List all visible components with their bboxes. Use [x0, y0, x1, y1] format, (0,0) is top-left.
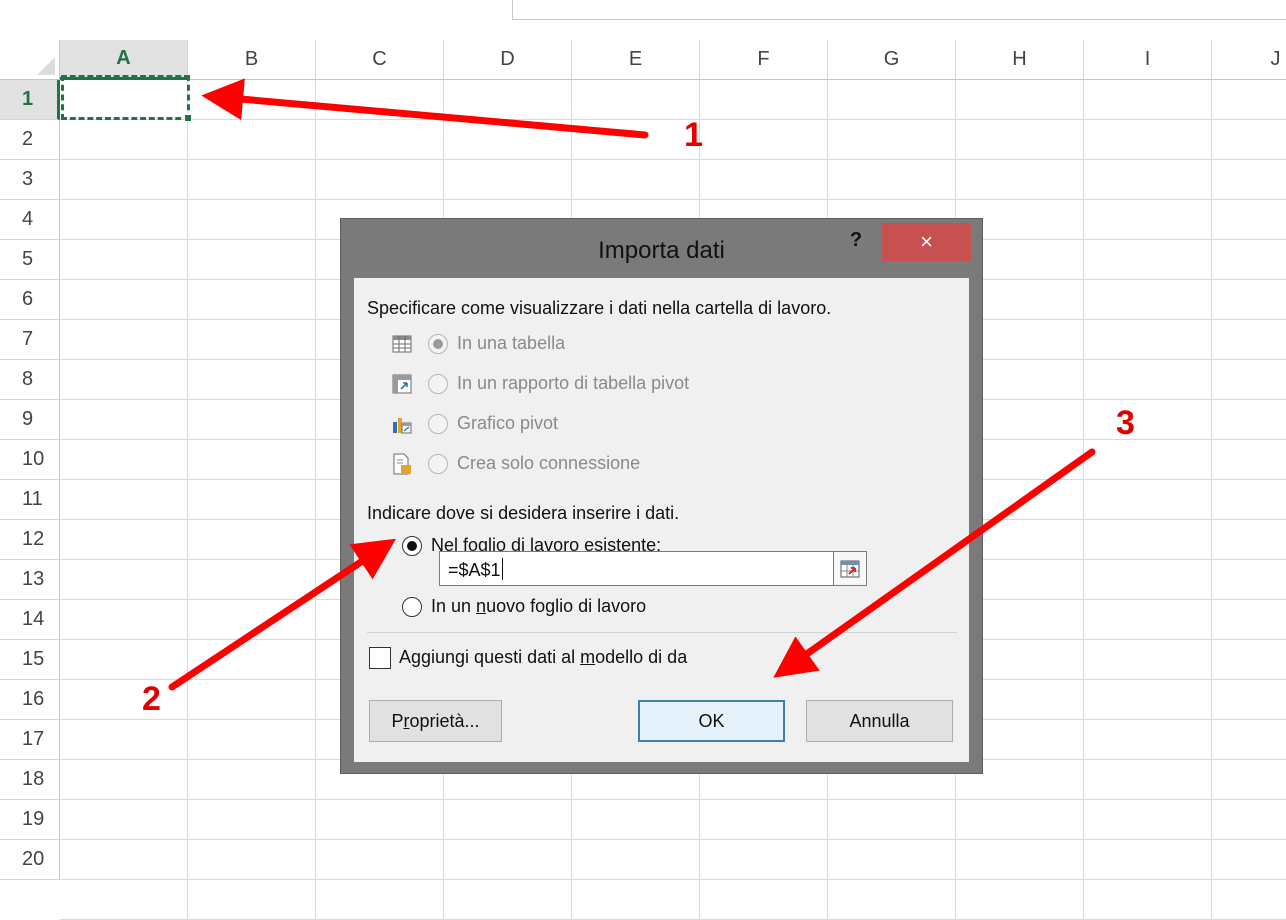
- range-selector-icon: [840, 560, 860, 577]
- annotation-label-2: 2: [142, 680, 161, 718]
- column-header-d[interactable]: D: [444, 40, 572, 80]
- help-button[interactable]: ?: [841, 223, 871, 257]
- row-header-15[interactable]: 15: [0, 640, 60, 680]
- column-header-c[interactable]: C: [316, 40, 444, 80]
- column-header-j[interactable]: J: [1212, 40, 1286, 80]
- option-pivot-chart-label: Grafico pivot: [457, 413, 559, 433]
- pivot-table-icon: [392, 374, 412, 394]
- row-header-1[interactable]: 1: [0, 80, 60, 120]
- data-model-label[interactable]: Aggiungi questi dati al modello di da: [399, 647, 687, 668]
- formula-bar-area: [0, 0, 1286, 40]
- column-header-f[interactable]: F: [700, 40, 828, 80]
- selected-cell-a1[interactable]: [61, 75, 190, 120]
- location-heading: Indicare dove si desidera inserire i dat…: [367, 503, 680, 523]
- radio-table[interactable]: [428, 333, 448, 354]
- column-header-g[interactable]: G: [828, 40, 956, 80]
- dialog-body: Specificare come visualizzare i dati nel…: [354, 278, 969, 762]
- collapse-dialog-button[interactable]: [834, 551, 867, 586]
- data-model-checkbox[interactable]: [369, 647, 391, 669]
- ok-button[interactable]: OK: [638, 700, 785, 742]
- row-header-12[interactable]: 12: [0, 520, 60, 560]
- dialog-titlebar[interactable]: Importa dati ? ×: [341, 219, 982, 271]
- properties-button[interactable]: Pr oprietà...: [369, 700, 502, 742]
- row-header-16[interactable]: 16: [0, 680, 60, 720]
- row-header-2[interactable]: 2: [0, 120, 60, 160]
- annotation-label-1: 1: [684, 116, 703, 154]
- dialog-separator: [367, 632, 957, 633]
- radio-pivot-table[interactable]: [428, 373, 448, 394]
- row-header-10[interactable]: 10: [0, 440, 60, 480]
- option-connection-only[interactable]: Crea solo connessione: [392, 453, 640, 474]
- row-header-9[interactable]: 9: [0, 400, 60, 440]
- column-headers: A B C D E F G H I J: [60, 40, 1286, 80]
- option-pivot-table[interactable]: In un rapporto di tabella pivot: [392, 373, 689, 394]
- option-new-sheet[interactable]: In un nuovo foglio di lavoro: [402, 596, 646, 617]
- view-heading: Specificare come visualizzare i dati nel…: [367, 298, 832, 318]
- column-header-a[interactable]: A: [60, 40, 188, 80]
- table-icon: [392, 334, 412, 354]
- fill-handle[interactable]: [184, 114, 192, 122]
- row-header-6[interactable]: 6: [0, 280, 60, 320]
- column-header-i[interactable]: I: [1084, 40, 1212, 80]
- connection-icon: [392, 453, 412, 474]
- option-table[interactable]: In una tabella: [392, 333, 565, 354]
- close-icon: ×: [920, 229, 933, 254]
- radio-existing-sheet[interactable]: [402, 535, 422, 556]
- row-header-19[interactable]: 19: [0, 800, 60, 840]
- option-connection-only-label: Crea solo connessione: [457, 453, 641, 473]
- row-header-17[interactable]: 17: [0, 720, 60, 760]
- row-header-13[interactable]: 13: [0, 560, 60, 600]
- row-header-8[interactable]: 8: [0, 360, 60, 400]
- row-header-18[interactable]: 18: [0, 760, 60, 800]
- column-header-b[interactable]: B: [188, 40, 316, 80]
- option-pivot-table-label: In un rapporto di tabella pivot: [457, 373, 690, 393]
- row-header-7[interactable]: 7: [0, 320, 60, 360]
- row-header-20[interactable]: 20: [0, 840, 60, 880]
- row-header-4[interactable]: 4: [0, 200, 60, 240]
- annotation-label-3: 3: [1116, 404, 1135, 442]
- pivot-chart-icon: [392, 414, 412, 434]
- radio-pivot-chart[interactable]: [428, 413, 448, 434]
- row-headers: 1 2 3 4 5 6 7 8 9 10 11 12 13 14 15 16 1…: [0, 80, 60, 880]
- import-data-dialog: Importa dati ? × Specificare come visual…: [340, 218, 983, 774]
- cell-reference-input[interactable]: =$A$1: [439, 551, 834, 586]
- formula-bar-edge[interactable]: [512, 0, 1286, 20]
- option-new-sheet-label: In un nuovo foglio di lavoro: [431, 596, 647, 616]
- column-header-h[interactable]: H: [956, 40, 1084, 80]
- radio-connection-only[interactable]: [428, 453, 448, 474]
- row-header-3[interactable]: 3: [0, 160, 60, 200]
- cancel-button[interactable]: Annulla: [806, 700, 953, 742]
- radio-new-sheet[interactable]: [402, 596, 422, 617]
- option-table-label: In una tabella: [457, 333, 566, 353]
- row-header-14[interactable]: 14: [0, 600, 60, 640]
- close-button[interactable]: ×: [882, 223, 971, 261]
- select-all-triangle-icon: [37, 57, 55, 75]
- row-header-11[interactable]: 11: [0, 480, 60, 520]
- column-header-e[interactable]: E: [572, 40, 700, 80]
- option-pivot-chart[interactable]: Grafico pivot: [392, 413, 558, 434]
- select-all-corner[interactable]: [0, 40, 60, 80]
- row-header-5[interactable]: 5: [0, 240, 60, 280]
